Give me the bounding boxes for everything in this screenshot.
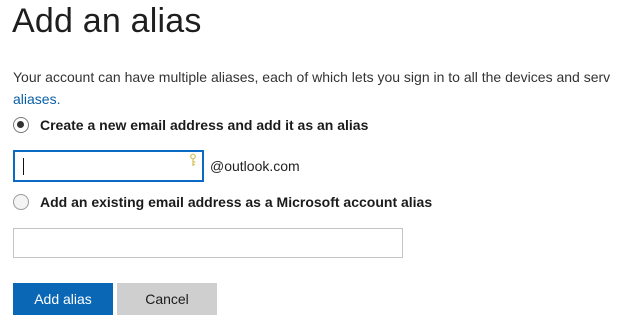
option-add-existing[interactable]: Add an existing email address as a Micro… <box>13 194 432 210</box>
add-existing-radio[interactable] <box>13 194 29 210</box>
option-create-new[interactable]: Create a new email address and add it as… <box>13 117 368 133</box>
description-text: Your account can have multiple aliases, … <box>13 69 611 85</box>
create-new-label[interactable]: Create a new email address and add it as… <box>40 117 368 133</box>
text-cursor <box>23 158 24 175</box>
add-existing-label[interactable]: Add an existing email address as a Micro… <box>40 194 432 210</box>
create-new-radio[interactable] <box>13 117 29 133</box>
domain-suffix: @outlook.com <box>210 158 300 174</box>
aliases-link[interactable]: aliases. <box>13 91 60 107</box>
new-alias-input[interactable] <box>13 150 204 182</box>
add-alias-button[interactable]: Add alias <box>13 283 113 315</box>
cancel-button[interactable]: Cancel <box>117 283 217 315</box>
page-description: Your account can have multiple aliases, … <box>13 66 610 110</box>
page-title: Add an alias <box>12 2 202 40</box>
key-icon <box>190 153 196 166</box>
existing-alias-input[interactable] <box>13 228 403 258</box>
add-alias-page: Add an alias Your account can have multi… <box>0 0 640 333</box>
